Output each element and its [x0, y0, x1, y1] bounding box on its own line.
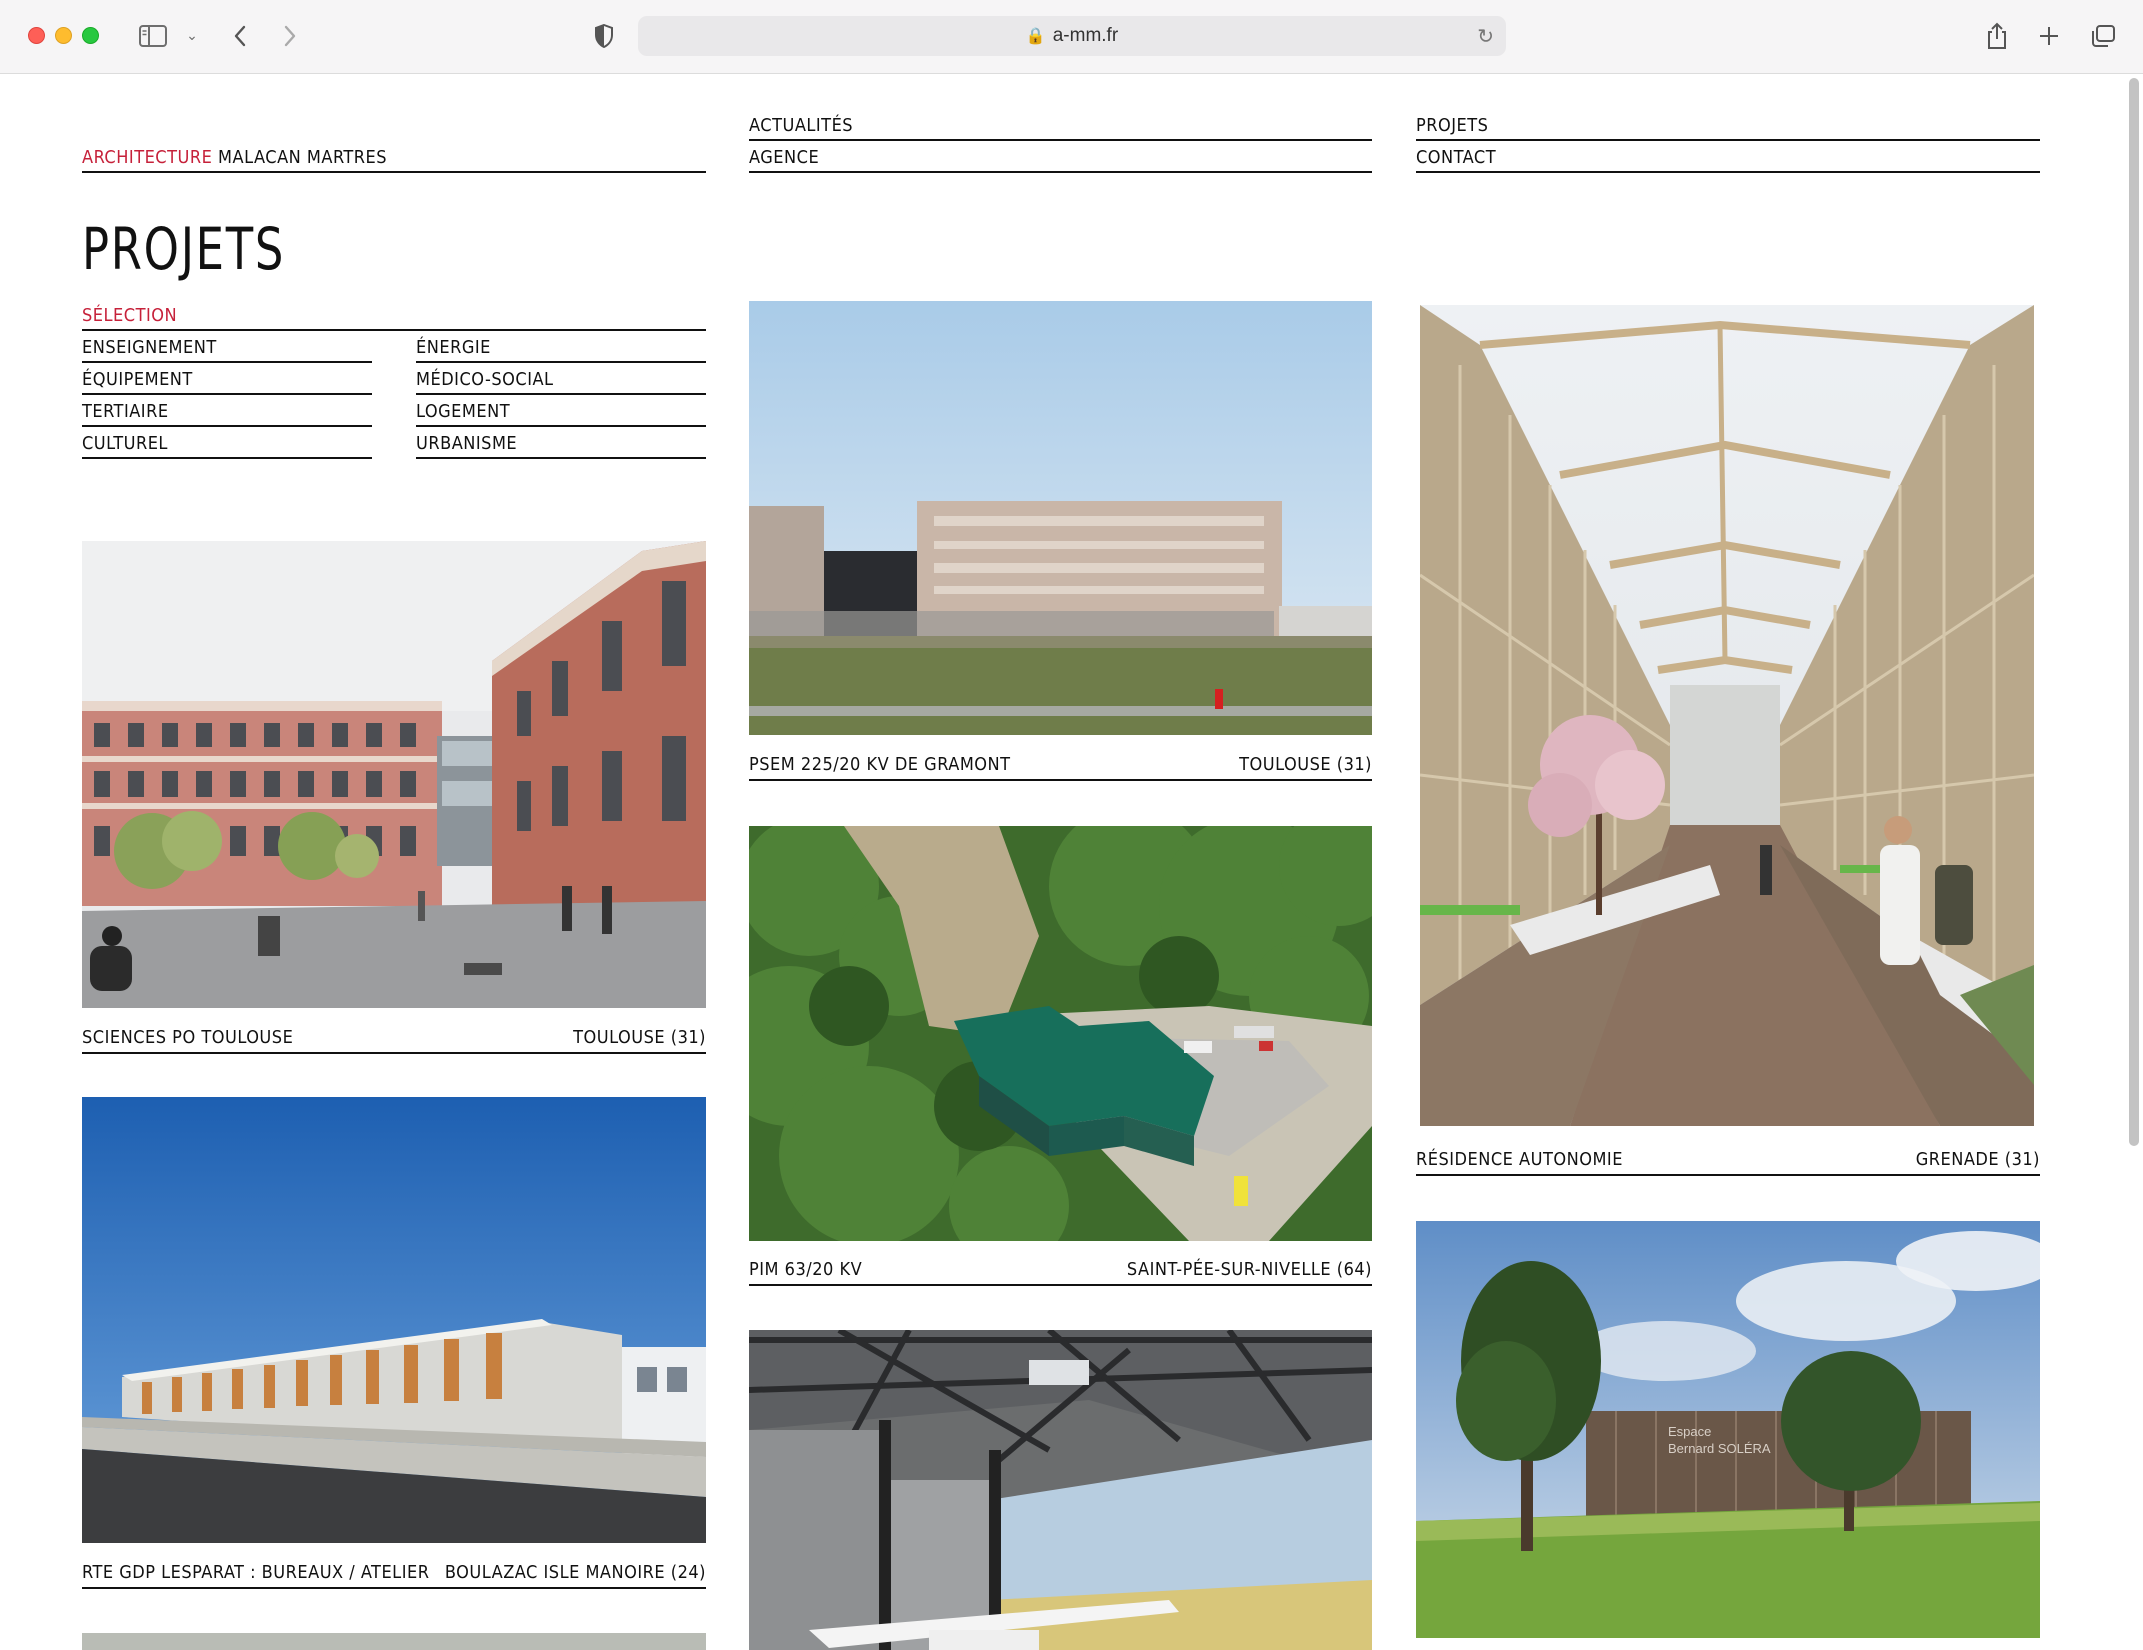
project-name: SCIENCES PO TOULOUSE	[82, 1027, 294, 1048]
address-url: a-mm.fr	[1052, 25, 1119, 46]
project-image-rte-lesparat[interactable]	[82, 1097, 706, 1543]
site-brand[interactable]: ARCHITECTURE MALACAN MARTRES	[82, 147, 706, 173]
project-caption-residence-autonomie[interactable]: RÉSIDENCE AUTONOMIE GRENADE (31)	[1416, 1149, 2040, 1176]
category-equipement[interactable]: ÉQUIPEMENT	[82, 369, 372, 395]
project-location: TOULOUSE (31)	[573, 1027, 706, 1048]
project-caption-pim-63-20[interactable]: PIM 63/20 KV SAINT-PÉE-SUR-NIVELLE (64)	[749, 1259, 1372, 1286]
forward-arrow-icon[interactable]	[276, 20, 304, 52]
back-arrow-icon[interactable]	[226, 20, 254, 52]
category-tertiaire[interactable]: TERTIAIRE	[82, 401, 372, 427]
lock-icon: 🔒	[1025, 28, 1046, 45]
project-location: SAINT-PÉE-SUR-NIVELLE (64)	[1126, 1259, 1372, 1280]
project-image-pim-63-20[interactable]	[749, 826, 1372, 1241]
project-image-sciences-po[interactable]	[82, 541, 706, 1008]
browser-toolbar: ⌄ 🔒 a-mm.fr ↻	[0, 0, 2143, 74]
nav-link-projets[interactable]: PROJETS	[1416, 115, 2040, 141]
nav-label: ACTUALITÉS	[749, 115, 854, 136]
tab-overview-icon[interactable]	[2088, 20, 2118, 52]
project-image-hangar[interactable]	[749, 1330, 1372, 1650]
privacy-shield-icon[interactable]	[590, 20, 618, 52]
nav-link-contact[interactable]: CONTACT	[1416, 147, 2040, 173]
category-medico-social[interactable]: MÉDICO-SOCIAL	[416, 369, 706, 395]
project-name: RTE GDP LESPARAT : BUREAUX / ATELIER	[82, 1562, 430, 1583]
building-sign-line2: Bernard SOLÉRA	[1668, 1441, 1771, 1456]
chevron-down-icon[interactable]: ⌄	[182, 20, 202, 52]
category-enseignement[interactable]: ENSEIGNEMENT	[82, 337, 372, 363]
project-name: PSEM 225/20 KV DE GRAMONT	[749, 754, 1011, 775]
project-location: TOULOUSE (31)	[1239, 754, 1372, 775]
address-bar[interactable]: 🔒 a-mm.fr ↻	[638, 16, 1506, 56]
nav-label: PROJETS	[1416, 115, 1489, 136]
project-location: GRENADE (31)	[1915, 1149, 2040, 1170]
project-name: RÉSIDENCE AUTONOMIE	[1416, 1149, 1623, 1170]
nav-label: AGENCE	[749, 147, 820, 168]
page-scrollbar[interactable]	[2129, 78, 2139, 1146]
project-name: PIM 63/20 KV	[749, 1259, 863, 1280]
category-energie[interactable]: ÉNERGIE	[416, 337, 706, 363]
brand-highlight: ARCHITECTURE	[82, 147, 213, 168]
project-image-residence-autonomie[interactable]	[1420, 305, 2034, 1126]
close-window-button[interactable]	[28, 27, 45, 44]
page-title: PROJETS	[82, 215, 286, 283]
zoom-window-button[interactable]	[82, 27, 99, 44]
minimize-window-button[interactable]	[55, 27, 72, 44]
sidebar-toggle-icon[interactable]	[136, 20, 170, 52]
project-image-partial[interactable]	[82, 1633, 706, 1650]
nav-link-agence[interactable]: AGENCE	[749, 147, 1372, 173]
category-logement[interactable]: LOGEMENT	[416, 401, 706, 427]
category-selection[interactable]: SÉLECTION	[82, 305, 706, 331]
nav-link-actualites[interactable]: ACTUALITÉS	[749, 115, 1372, 141]
share-icon[interactable]	[1982, 20, 2012, 52]
project-caption-rte-lesparat[interactable]: RTE GDP LESPARAT : BUREAUX / ATELIER BOU…	[82, 1562, 706, 1589]
project-location: BOULAZAC ISLE MANOIRE (24)	[444, 1562, 706, 1583]
category-culturel[interactable]: CULTUREL	[82, 433, 372, 459]
project-caption-psem-gramont[interactable]: PSEM 225/20 KV DE GRAMONT TOULOUSE (31)	[749, 754, 1372, 781]
new-tab-icon[interactable]	[2034, 20, 2064, 52]
project-caption-sciences-po[interactable]: SCIENCES PO TOULOUSE TOULOUSE (31)	[82, 1027, 706, 1054]
reload-icon[interactable]: ↻	[1477, 24, 1494, 49]
building-sign-line1: Espace	[1668, 1424, 1711, 1439]
project-image-psem-gramont[interactable]	[749, 301, 1372, 735]
category-urbanisme[interactable]: URBANISME	[416, 433, 706, 459]
brand-name: MALACAN MARTRES	[218, 147, 388, 168]
project-image-espace-solera[interactable]: Espace Bernard SOLÉRA	[1416, 1221, 2040, 1638]
nav-label: CONTACT	[1416, 147, 1497, 168]
